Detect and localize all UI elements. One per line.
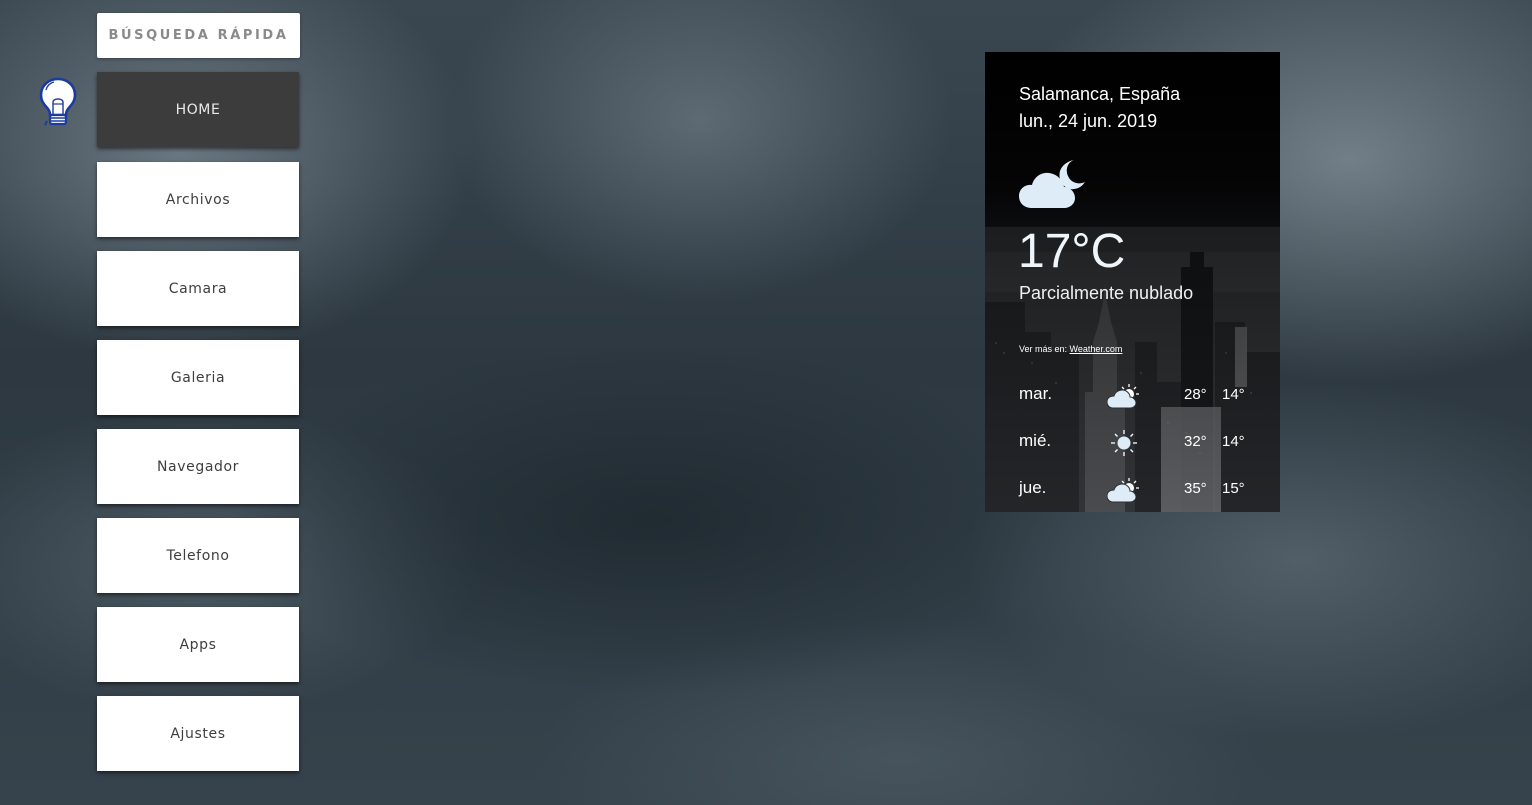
nav-apps-button[interactable]: Apps	[97, 607, 299, 682]
nav-camara-button[interactable]: Camara	[97, 251, 299, 326]
forecast-day: mar.	[1019, 384, 1053, 403]
forecast-high: 28°	[1184, 386, 1207, 403]
lightbulb-icon[interactable]	[38, 76, 78, 128]
current-temperature: 17°C	[1018, 225, 1126, 278]
weather-date: lun., 24 jun. 2019	[1019, 111, 1158, 131]
forecast-low: 14°	[1222, 433, 1245, 450]
sun-icon	[1111, 430, 1137, 456]
partly-cloudy-icon	[1107, 384, 1139, 409]
weather-com-link[interactable]: Weather.com	[1070, 344, 1123, 354]
forecast-row: jue. 35° 15°	[1019, 476, 1259, 503]
weather-condition: Parcialmente nublado	[1019, 283, 1194, 303]
nav-galeria-button[interactable]: Galeria	[97, 340, 299, 415]
nav-ajustes-button[interactable]: Ajustes	[97, 696, 299, 771]
weather-widget: Salamanca, España lun., 24 jun. 2019 17°…	[985, 52, 1280, 512]
more-info: Ver más en: Weather.com	[1019, 344, 1122, 354]
partly-cloudy-icon	[1107, 478, 1139, 503]
forecast-low: 15°	[1222, 480, 1245, 497]
forecast-high: 35°	[1184, 480, 1207, 497]
forecast-high: 32°	[1184, 433, 1207, 450]
forecast-low: 14°	[1222, 386, 1245, 403]
forecast-day: jue.	[1019, 478, 1047, 497]
forecast-day: mié.	[1019, 431, 1052, 450]
forecast-row: mié. 32° 14°	[1019, 429, 1259, 456]
nav-home-button[interactable]: HOME	[97, 72, 299, 147]
nav-archivos-button[interactable]: Archivos	[97, 162, 299, 237]
quick-search-button[interactable]: BÚSQUEDA RÁPIDA	[97, 13, 300, 58]
weather-location: Salamanca, España	[1019, 84, 1181, 104]
forecast-row: mar. 28° 14°	[1019, 382, 1259, 409]
partly-cloudy-night-icon	[1019, 160, 1085, 208]
nav-navegador-button[interactable]: Navegador	[97, 429, 299, 504]
nav-telefono-button[interactable]: Telefono	[97, 518, 299, 593]
more-info-prefix: Ver más en:	[1019, 344, 1068, 354]
